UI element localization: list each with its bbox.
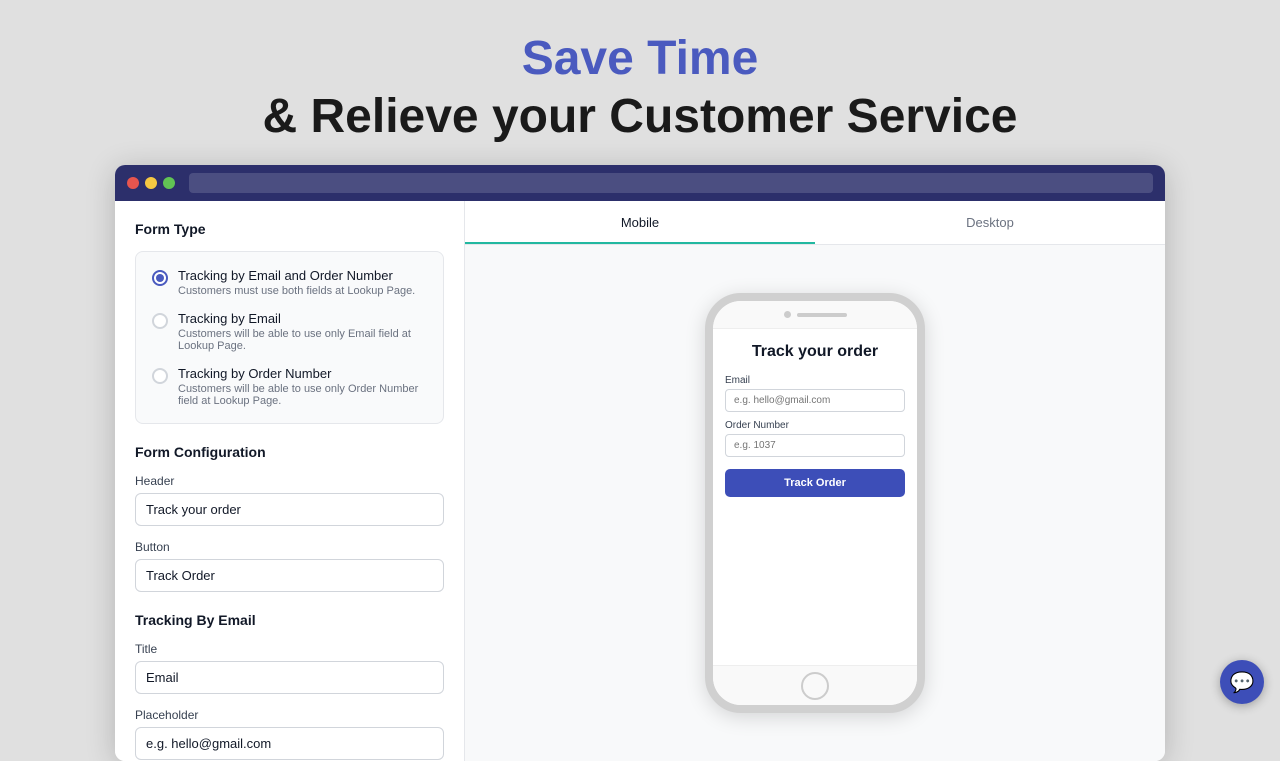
- browser-mockup: Form Type Tracking by Email and Order Nu…: [115, 165, 1165, 761]
- button-field-group: Button: [135, 540, 444, 592]
- button-input[interactable]: [135, 559, 444, 592]
- phone-speaker: [797, 313, 847, 317]
- page-header: Save Time & Relieve your Customer Servic…: [0, 0, 1280, 165]
- left-panel: Form Type Tracking by Email and Order Nu…: [115, 201, 465, 761]
- radio-order-only-label: Tracking by Order Number: [178, 366, 427, 381]
- form-type-section: Tracking by Email and Order Number Custo…: [135, 251, 444, 424]
- phone-order-input[interactable]: [725, 434, 905, 457]
- form-config-title: Form Configuration: [135, 444, 444, 460]
- phone-camera: [784, 311, 791, 318]
- form-type-title: Form Type: [135, 221, 444, 237]
- browser-dot-green: [163, 177, 175, 189]
- radio-email-only[interactable]: [152, 313, 168, 329]
- header-field-label: Header: [135, 474, 444, 488]
- headline-dark: & Relieve your Customer Service: [263, 90, 1018, 143]
- chat-icon: 💬: [1230, 670, 1255, 695]
- radio-order-only[interactable]: [152, 368, 168, 384]
- tab-desktop[interactable]: Desktop: [815, 201, 1165, 244]
- radio-option-order-only[interactable]: Tracking by Order Number Customers will …: [152, 366, 427, 407]
- browser-toolbar: [115, 165, 1165, 201]
- radio-email-only-desc: Customers will be able to use only Email…: [178, 328, 427, 352]
- right-panel: Mobile Desktop Track your order Email: [465, 201, 1165, 761]
- browser-dot-red: [127, 177, 139, 189]
- tracking-email-title: Tracking By Email: [135, 612, 444, 628]
- radio-email-only-label: Tracking by Email: [178, 311, 427, 326]
- headline-colored: Save Time: [522, 32, 759, 85]
- title-input[interactable]: [135, 661, 444, 694]
- chat-bubble[interactable]: 💬: [1220, 660, 1264, 704]
- preview-area: Track your order Email Order Number Trac…: [465, 245, 1165, 761]
- phone-track-button[interactable]: Track Order: [725, 469, 905, 497]
- browser-dot-yellow: [145, 177, 157, 189]
- radio-email-order-label: Tracking by Email and Order Number: [178, 268, 415, 283]
- radio-option-email-order[interactable]: Tracking by Email and Order Number Custo…: [152, 268, 427, 297]
- phone-mockup: Track your order Email Order Number Trac…: [705, 293, 925, 713]
- tracking-email-section: Tracking By Email Title Placeholder: [135, 612, 444, 760]
- phone-order-label: Order Number: [725, 420, 905, 431]
- phone-bottom: [713, 665, 917, 705]
- phone-email-label: Email: [725, 375, 905, 386]
- title-field-label: Title: [135, 642, 444, 656]
- view-tabs: Mobile Desktop: [465, 201, 1165, 245]
- browser-body: Form Type Tracking by Email and Order Nu…: [115, 201, 1165, 761]
- tab-mobile[interactable]: Mobile: [465, 201, 815, 244]
- radio-email-order-desc: Customers must use both fields at Lookup…: [178, 285, 415, 297]
- placeholder-field-group: Placeholder: [135, 708, 444, 760]
- phone-home-button[interactable]: [801, 672, 829, 700]
- title-field-group: Title: [135, 642, 444, 694]
- radio-option-email-only[interactable]: Tracking by Email Customers will be able…: [152, 311, 427, 352]
- radio-order-only-desc: Customers will be able to use only Order…: [178, 383, 427, 407]
- placeholder-field-label: Placeholder: [135, 708, 444, 722]
- placeholder-input[interactable]: [135, 727, 444, 760]
- phone-email-input[interactable]: [725, 389, 905, 412]
- button-field-label: Button: [135, 540, 444, 554]
- header-field-group: Header: [135, 474, 444, 526]
- browser-address-bar[interactable]: [189, 173, 1153, 193]
- radio-email-order[interactable]: [152, 270, 168, 286]
- header-input[interactable]: [135, 493, 444, 526]
- phone-content: Track your order Email Order Number Trac…: [713, 329, 917, 665]
- phone-form-title: Track your order: [725, 343, 905, 361]
- phone-notch: [713, 301, 917, 329]
- form-config-section: Form Configuration Header Button: [135, 444, 444, 592]
